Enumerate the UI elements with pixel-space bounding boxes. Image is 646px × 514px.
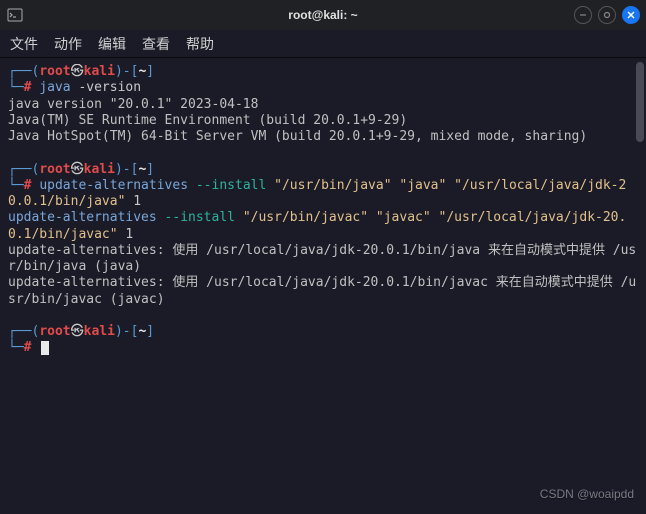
- prompt-top: ┌──(root㉿kali)-[~]: [8, 64, 638, 80]
- cursor: [41, 341, 49, 355]
- terminal-content[interactable]: ┌──(root㉿kali)-[~]└─# java -versionjava …: [8, 64, 638, 508]
- terminal-output: update-alternatives: 使用 /usr/local/java/…: [8, 243, 638, 308]
- terminal[interactable]: ┌──(root㉿kali)-[~]└─# java -versionjava …: [0, 58, 646, 514]
- terminal-output: java version "20.0.1" 2023-04-18 Java(TM…: [8, 97, 638, 146]
- window-controls: [574, 6, 640, 24]
- menu-actions[interactable]: 动作: [54, 34, 82, 54]
- scrollbar[interactable]: [636, 62, 644, 142]
- menu-help[interactable]: 帮助: [186, 34, 214, 54]
- titlebar: root@kali: ~: [0, 0, 646, 30]
- watermark: CSDN @woaipdd: [540, 487, 634, 502]
- menu-edit[interactable]: 编辑: [98, 34, 126, 54]
- prompt-top: ┌──(root㉿kali)-[~]: [8, 324, 638, 340]
- minimize-button[interactable]: [574, 6, 592, 24]
- prompt-command: update-alternatives --install "/usr/bin/…: [8, 210, 638, 243]
- terminal-icon: [6, 6, 24, 24]
- menu-view[interactable]: 查看: [142, 34, 170, 54]
- window-title: root@kali: ~: [288, 8, 357, 22]
- prompt-command: └─# update-alternatives --install "/usr/…: [8, 178, 638, 211]
- menu-file[interactable]: 文件: [10, 34, 38, 54]
- prompt-command: └─# java -version: [8, 80, 638, 96]
- close-button[interactable]: [622, 6, 640, 24]
- maximize-button[interactable]: [598, 6, 616, 24]
- menubar: 文件 动作 编辑 查看 帮助: [0, 30, 646, 58]
- prompt-command: └─#: [8, 340, 638, 356]
- prompt-top: ┌──(root㉿kali)-[~]: [8, 162, 638, 178]
